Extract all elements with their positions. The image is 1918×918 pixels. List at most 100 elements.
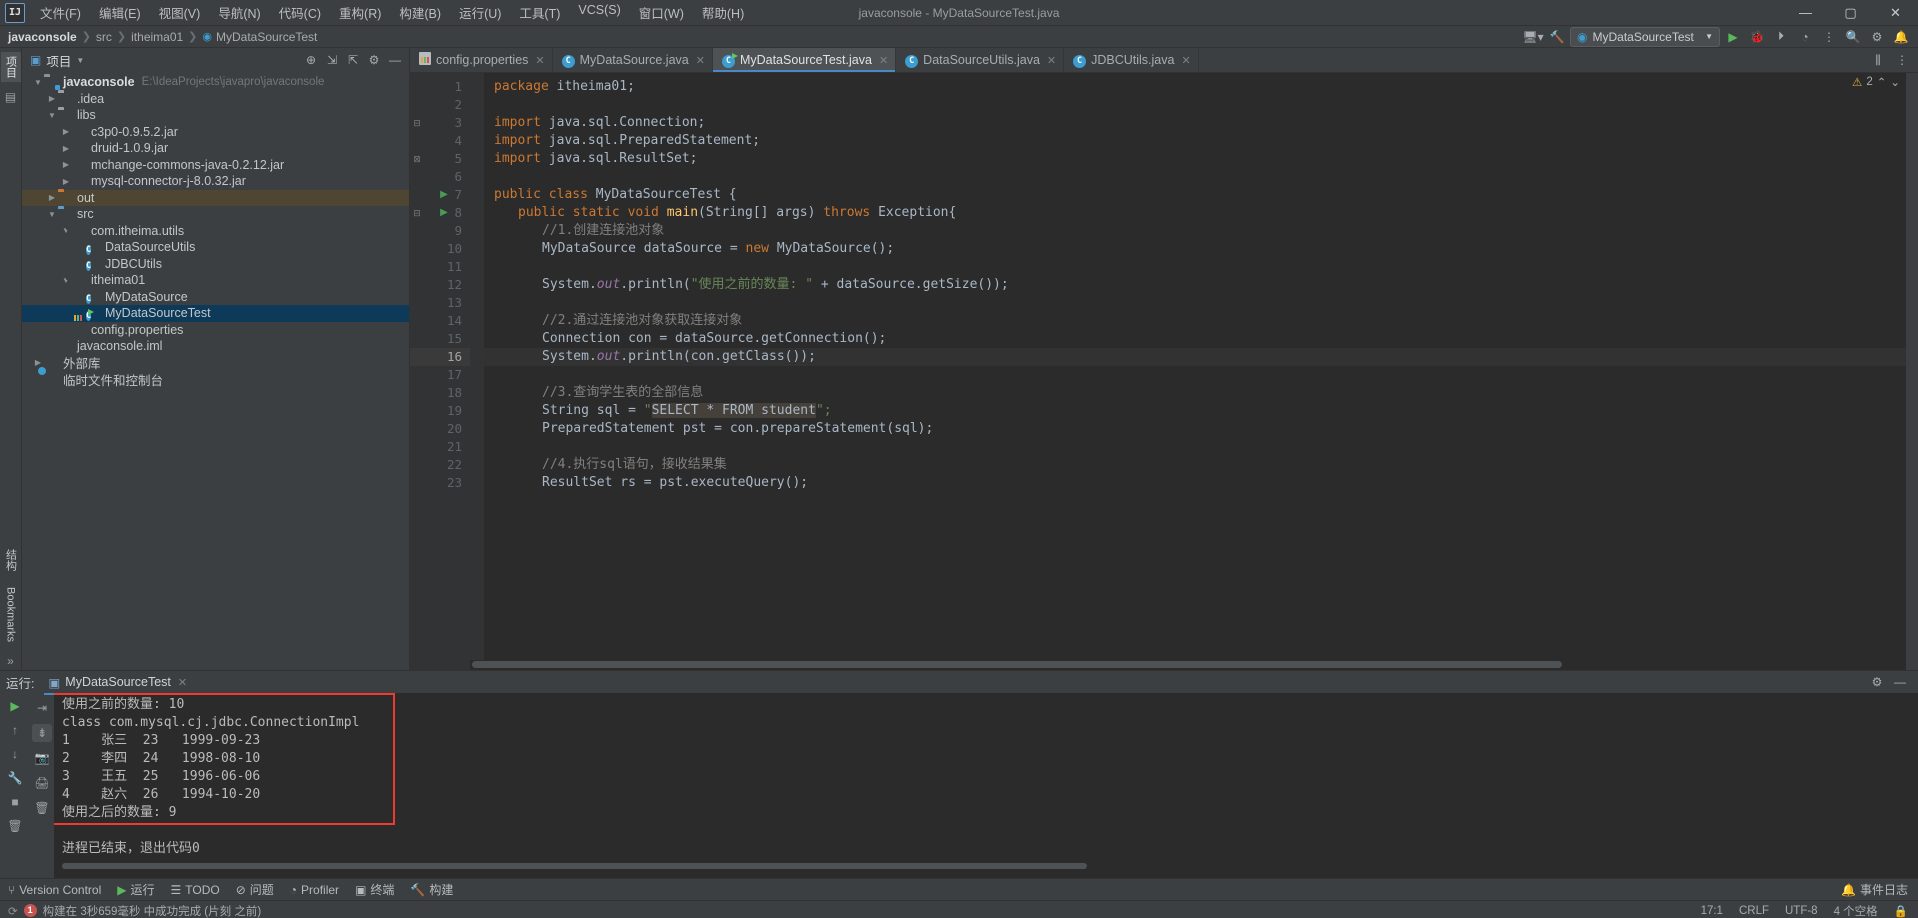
chevron-right-icon[interactable]: ▶ — [46, 94, 58, 103]
maximize-button[interactable]: ▢ — [1828, 0, 1873, 26]
breadcrumb-item-3[interactable]: ◉MyDataSourceTest — [202, 30, 317, 44]
hide-icon[interactable]: — — [1890, 672, 1910, 692]
close-icon[interactable]: ✕ — [879, 54, 888, 67]
settings-icon[interactable]: ⚙ — [364, 50, 384, 70]
tool-window-问题[interactable]: ⊘问题 — [236, 881, 274, 898]
menu-item-3[interactable]: 导航(N) — [209, 0, 269, 25]
tool-window-version-control[interactable]: ⑂Version Control — [8, 883, 101, 897]
tool-window-project[interactable]: 项目 — [1, 52, 21, 82]
chevron-right-icon[interactable]: ▶ — [60, 177, 72, 186]
run-tab[interactable]: ▣ MyDataSourceTest ✕ — [42, 673, 193, 692]
more-tabs-icon[interactable]: ⋮ — [1892, 50, 1912, 70]
camera-icon[interactable]: 📷 — [32, 749, 52, 767]
run-configuration-selector[interactable]: ◉ MyDataSourceTest ▼ — [1570, 27, 1720, 47]
chevron-right-icon[interactable]: ▶ — [60, 127, 72, 136]
close-icon[interactable]: ✕ — [696, 54, 705, 67]
tree-node-c3p0-0.9.5.2.jar[interactable]: ▶c3p0-0.9.5.2.jar — [22, 124, 409, 141]
tool-window-structure[interactable]: 结构 — [1, 545, 21, 575]
file-encoding[interactable]: UTF-8 — [1785, 905, 1818, 917]
indent-setting[interactable]: 4 个空格 — [1834, 903, 1878, 918]
tool-window-运行[interactable]: ▶运行 — [117, 881, 154, 898]
menu-item-0[interactable]: 文件(F) — [31, 0, 90, 25]
minimize-button[interactable]: — — [1783, 0, 1828, 26]
scroll-end-icon[interactable]: ⇟ — [32, 724, 52, 742]
tree-node-src[interactable]: ▼src — [22, 206, 409, 223]
tree-node-druid-1.0.9.jar[interactable]: ▶druid-1.0.9.jar — [22, 140, 409, 157]
menu-item-1[interactable]: 编辑(E) — [90, 0, 150, 25]
notifications-icon[interactable]: 🔔 — [1890, 27, 1912, 47]
tool-window-event-log[interactable]: 🔔 事件日志 — [1841, 881, 1908, 898]
tree-node-[interactable]: ▶外部库 — [22, 355, 409, 372]
hide-icon[interactable]: — — [385, 50, 405, 70]
tree-node-com.itheima.utils[interactable]: ▼com.itheima.utils — [22, 223, 409, 240]
menu-item-8[interactable]: 工具(T) — [510, 0, 569, 25]
tree-node-mysql-connector-j-8.0.32.jar[interactable]: ▶mysql-connector-j-8.0.32.jar — [22, 173, 409, 190]
hammer-icon[interactable]: 🔨 — [1546, 27, 1568, 47]
chevron-right-icon[interactable]: ▶ — [46, 193, 58, 202]
caret-position[interactable]: 17:1 — [1701, 905, 1723, 917]
menu-item-9[interactable]: VCS(S) — [569, 0, 629, 25]
editor-tab-configproperties[interactable]: config.properties✕ — [410, 48, 553, 72]
clear-icon[interactable]: 🗑 — [32, 799, 52, 817]
down-arrow-icon[interactable]: ↓ — [5, 745, 25, 763]
chevron-down-icon[interactable]: ▼ — [32, 78, 44, 87]
chevron-down-icon[interactable]: ▼ — [76, 56, 84, 65]
fold-marker[interactable]: ⊟ — [412, 204, 422, 222]
editor-tab-jdbcutilsjava[interactable]: CJDBCUtils.java✕ — [1064, 48, 1199, 72]
editor-tab-mydatasourcetestjava[interactable]: CMyDataSourceTest.java✕ — [713, 48, 896, 72]
profiler-icon[interactable]: ◔ — [1794, 27, 1816, 47]
search-icon[interactable]: 🔍 — [1842, 27, 1864, 47]
error-count-badge[interactable]: 1 — [24, 904, 37, 917]
tool-window-构建[interactable]: 🔨构建 — [410, 881, 453, 898]
lock-icon[interactable]: 🔒 — [1894, 904, 1908, 918]
more-icon[interactable]: ⋮ — [1818, 27, 1840, 47]
code-content[interactable]: package itheima01;import java.sql.Connec… — [484, 73, 1906, 670]
tree-node-mydatasource[interactable]: CMyDataSource — [22, 289, 409, 306]
line-separator[interactable]: CRLF — [1739, 905, 1769, 917]
debug-icon[interactable]: 🐞 — [1746, 27, 1768, 47]
close-icon[interactable]: ✕ — [1181, 54, 1190, 67]
chevron-right-icon[interactable]: ▶ — [32, 358, 44, 367]
soft-wrap-icon[interactable]: ⇥ — [32, 699, 52, 717]
device-dropdown-icon[interactable]: 🖥▾ — [1522, 27, 1544, 47]
menu-item-5[interactable]: 重构(R) — [330, 0, 390, 25]
console-output[interactable]: 使用之前的数量: 10class com.mysql.cj.jdbc.Conne… — [54, 693, 1918, 878]
menu-item-7[interactable]: 运行(U) — [450, 0, 510, 25]
tree-node-datasourceutils[interactable]: CDataSourceUtils — [22, 239, 409, 256]
run-gutter-icon[interactable]: ▶ — [438, 186, 450, 204]
expand-all-icon[interactable]: ⇲ — [322, 50, 342, 70]
chevron-down-icon[interactable]: ▼ — [46, 111, 58, 120]
wrench-icon[interactable]: 🔧 — [5, 769, 25, 787]
tree-node-[interactable]: 临时文件和控制台 — [22, 371, 409, 388]
close-button[interactable]: ✕ — [1873, 0, 1918, 26]
chevron-right-icon[interactable]: ▶ — [60, 160, 72, 169]
breadcrumb-item-2[interactable]: itheima01 — [131, 30, 183, 44]
settings-icon[interactable]: ⚙ — [1866, 27, 1888, 47]
stop-icon[interactable]: ■ — [5, 793, 25, 811]
close-icon[interactable]: ✕ — [535, 54, 544, 67]
fold-marker[interactable]: ⊟ — [412, 114, 422, 132]
expand-icon[interactable]: » — [3, 654, 19, 670]
rerun-icon[interactable]: ▶ — [5, 697, 25, 715]
up-arrow-icon[interactable]: ↑ — [5, 721, 25, 739]
breadcrumb-item-0[interactable]: javaconsole — [8, 30, 77, 44]
menu-item-4[interactable]: 代码(C) — [270, 0, 330, 25]
tool-window-bookmarks[interactable]: Bookmarks — [3, 583, 19, 646]
tool-window-todo[interactable]: ☰TODO — [171, 883, 220, 897]
fold-marker[interactable]: ⊠ — [412, 150, 422, 168]
console-hscrollbar[interactable] — [54, 863, 1918, 871]
run-gutter-icon[interactable]: ▶ — [438, 204, 450, 222]
close-icon[interactable]: ✕ — [1047, 54, 1056, 67]
tool-window-profiler[interactable]: ◔Profiler — [290, 883, 339, 897]
breadcrumb-item-1[interactable]: src — [96, 30, 112, 44]
editor-scrollbar[interactable] — [1906, 73, 1918, 670]
tree-node-javaconsole[interactable]: ▼javaconsoleE:\IdeaProjects\javapro\java… — [22, 74, 409, 91]
close-icon[interactable]: ✕ — [178, 676, 187, 689]
run-icon[interactable]: ▶ — [1722, 27, 1744, 47]
menu-item-10[interactable]: 窗口(W) — [630, 0, 693, 25]
tree-node-out[interactable]: ▶out — [22, 190, 409, 207]
menu-item-2[interactable]: 视图(V) — [150, 0, 210, 25]
chevron-right-icon[interactable]: ▶ — [60, 144, 72, 153]
tree-node-itheima01[interactable]: ▼itheima01 — [22, 272, 409, 289]
tree-node-jdbcutils[interactable]: CJDBCUtils — [22, 256, 409, 273]
